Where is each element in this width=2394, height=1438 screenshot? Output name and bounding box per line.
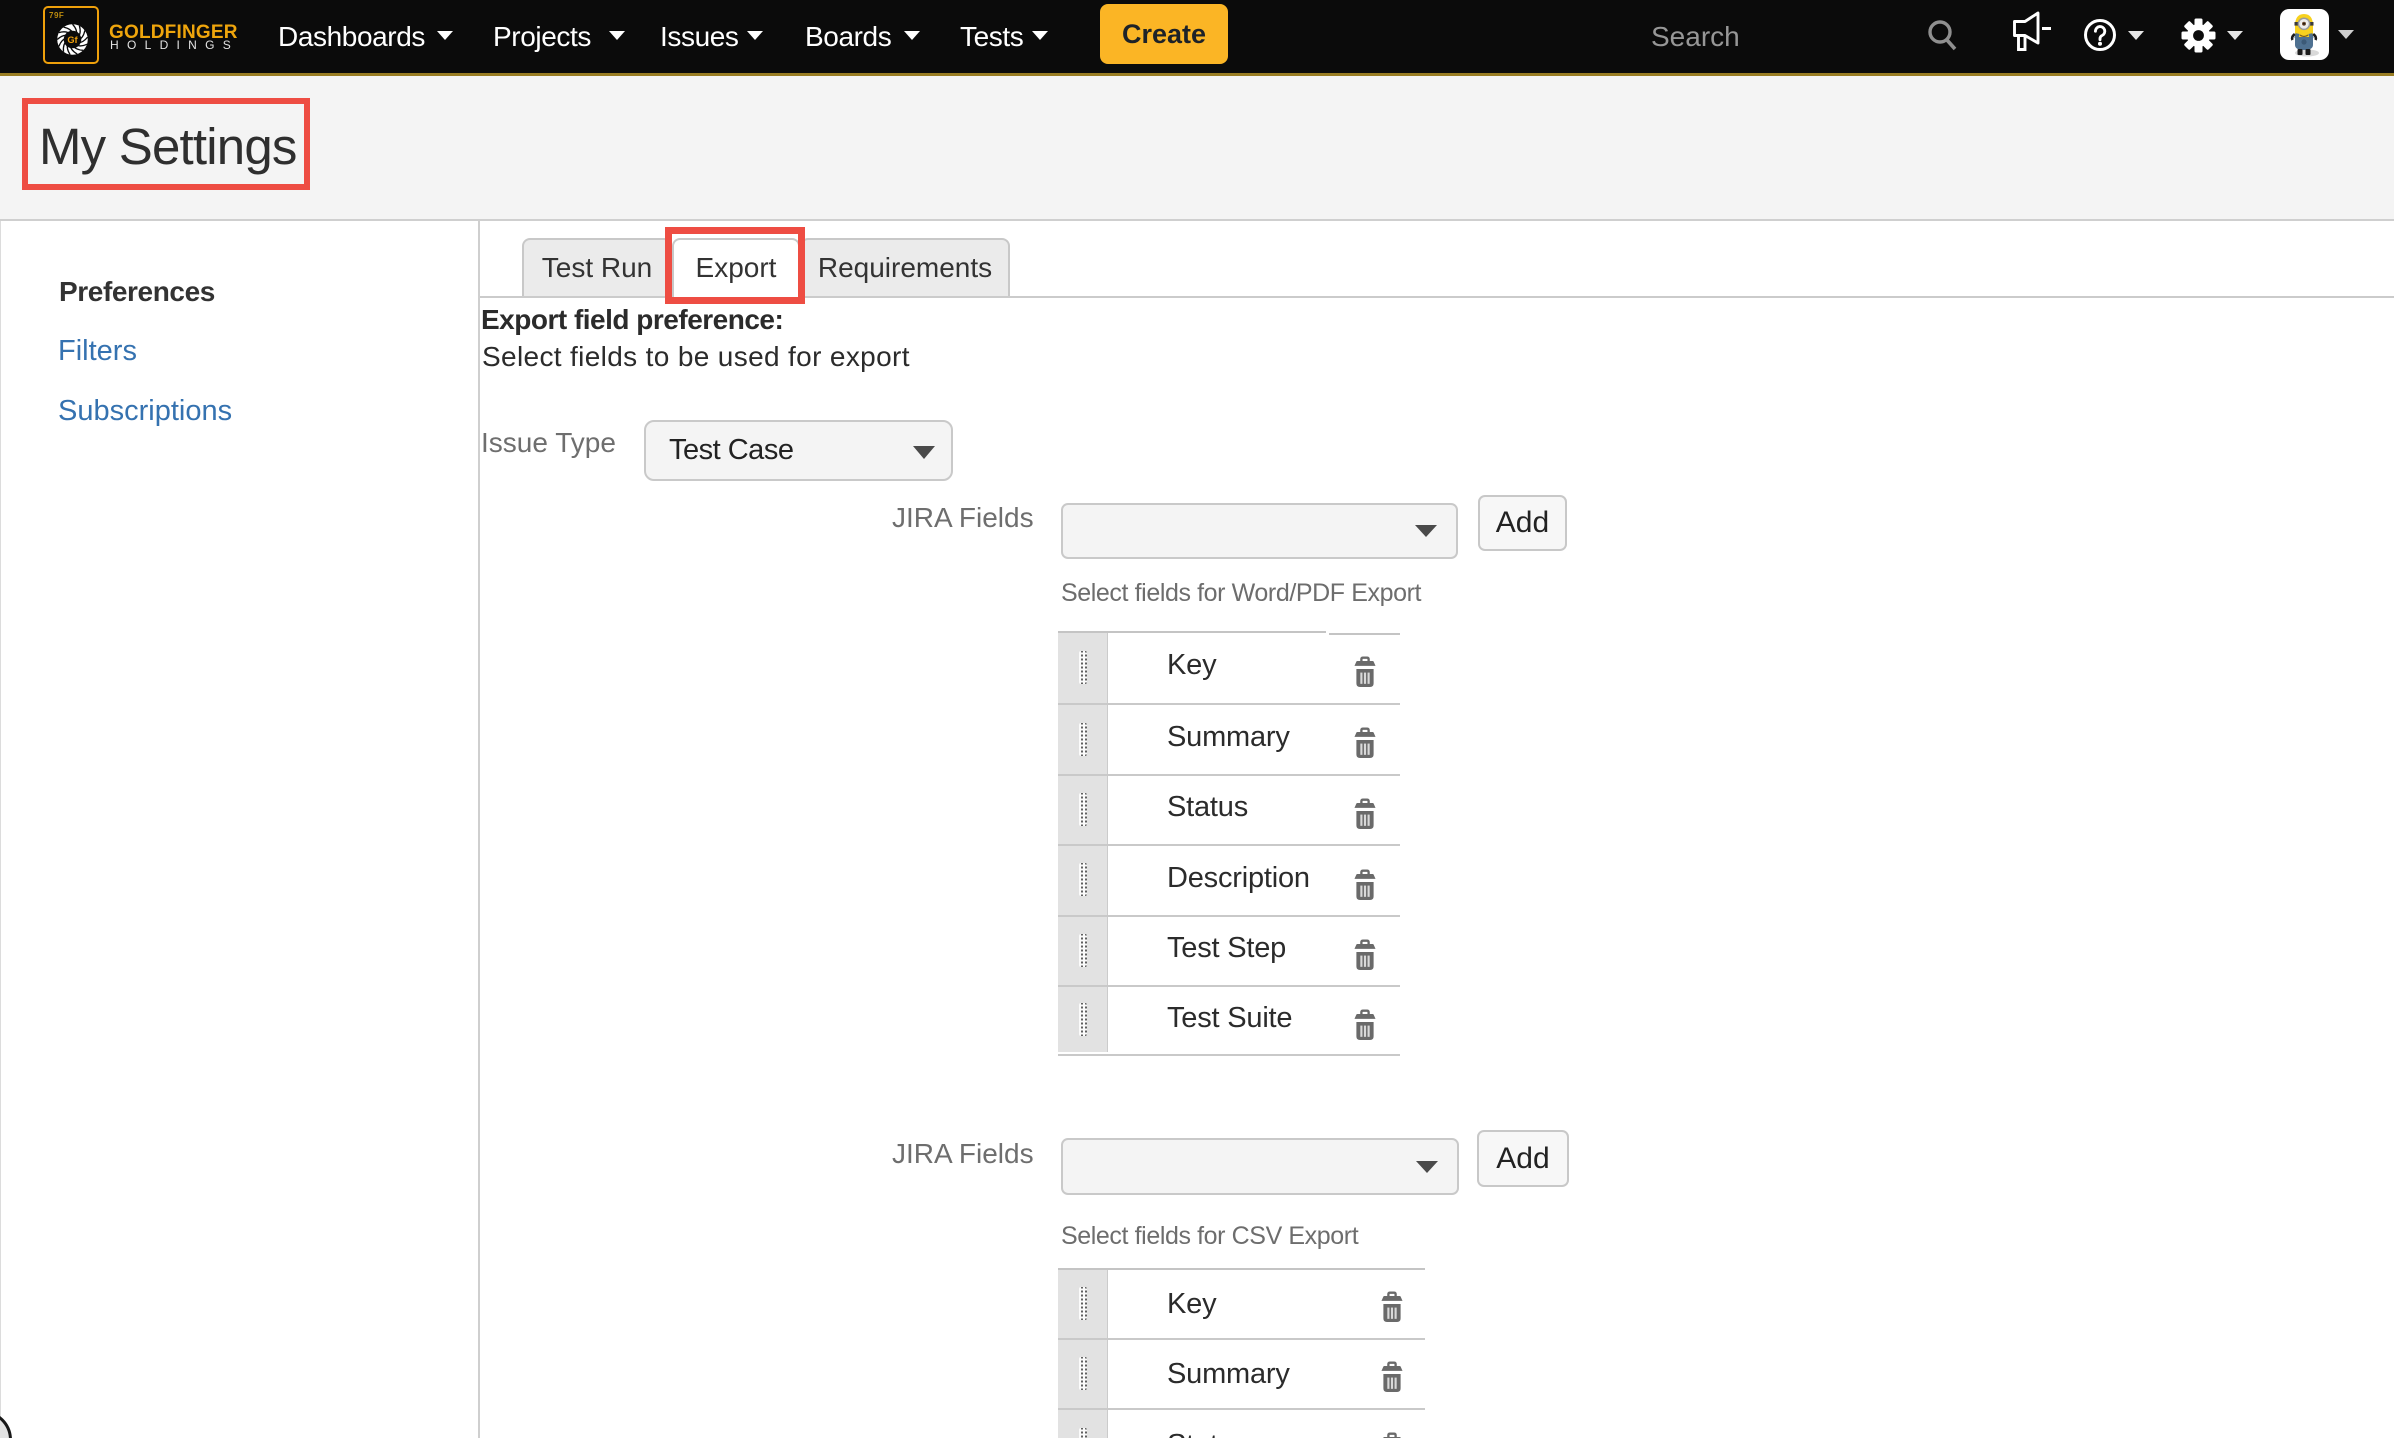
svg-text:Gf: Gf (67, 35, 78, 45)
